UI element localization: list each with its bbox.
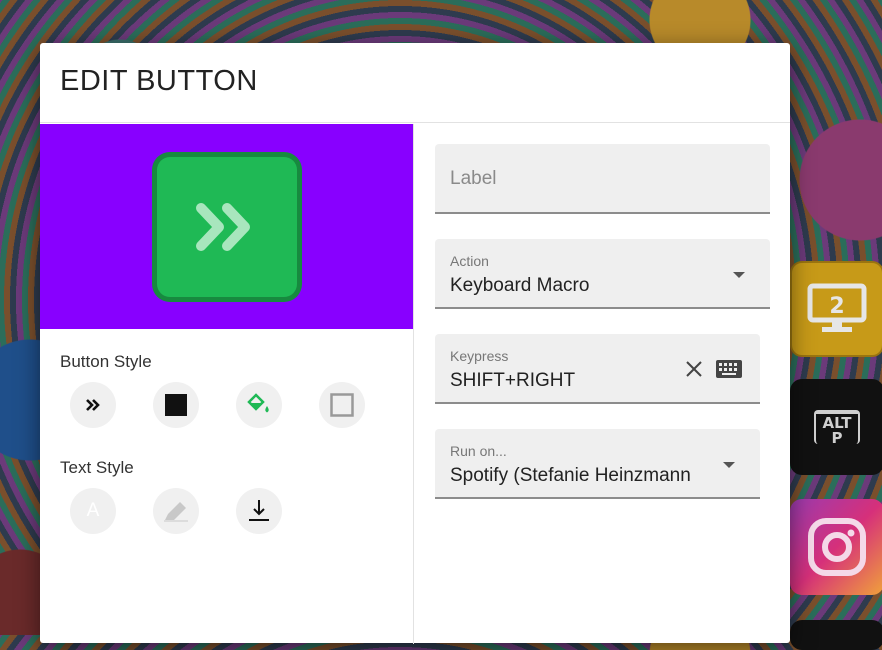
- deck-tile-screen[interactable]: 2: [790, 261, 882, 357]
- action-field-value: Keyboard Macro: [450, 275, 590, 296]
- monitor-icon: 2: [807, 283, 867, 332]
- text-edit-button[interactable]: [153, 488, 199, 534]
- button-preview: [40, 124, 413, 329]
- square-fill-icon: [165, 394, 187, 416]
- button-style-border-button[interactable]: [319, 382, 365, 428]
- keypress-field[interactable]: Keypress SHIFT+RIGHT: [435, 334, 760, 404]
- p-label: P: [831, 429, 843, 447]
- dialog-title: EDIT BUTTON: [60, 65, 258, 97]
- chevron-down-icon: [723, 462, 735, 468]
- keypress-field-value: SHIFT+RIGHT: [450, 370, 576, 391]
- button-style-color-button[interactable]: [236, 382, 282, 428]
- text-style-label: Text Style: [60, 458, 134, 477]
- run-on-select[interactable]: Run on... Spotify (Stefanie Heinzmann: [435, 429, 760, 499]
- text-position-button[interactable]: [236, 488, 282, 534]
- deck-tile-partial[interactable]: [790, 620, 882, 650]
- text-color-icon: A: [86, 500, 100, 521]
- button-style-options: [70, 382, 402, 428]
- style-pane: Button Style Text Style A: [40, 124, 414, 644]
- action-field-caption: Action: [450, 253, 489, 269]
- text-style-options: A: [70, 488, 319, 534]
- instagram-icon: [808, 518, 866, 576]
- deck-tile-alt-p[interactable]: ALT P: [790, 379, 882, 475]
- deck-tile-instagram[interactable]: [790, 499, 882, 595]
- download-icon: [249, 500, 269, 521]
- square-outline-icon: [330, 393, 354, 417]
- button-style-fill-button[interactable]: [153, 382, 199, 428]
- button-style-label: Button Style: [60, 352, 152, 371]
- run-on-field-caption: Run on...: [450, 443, 507, 459]
- keyboard-icon[interactable]: [716, 360, 742, 378]
- edit-button-dialog: EDIT BUTTON Button Style Text Style A La…: [40, 43, 790, 644]
- preview-button: [151, 151, 302, 302]
- close-icon[interactable]: [685, 360, 703, 378]
- chevrons-right-icon: [86, 399, 100, 411]
- keypress-field-caption: Keypress: [450, 348, 509, 364]
- run-on-field-value: Spotify (Stefanie Heinzmann: [450, 465, 691, 486]
- monitor-number: 2: [829, 294, 844, 319]
- dialog-header: EDIT BUTTON: [40, 43, 790, 123]
- chevron-down-icon: [733, 272, 745, 278]
- chevrons-right-icon: [195, 202, 250, 251]
- text-color-button[interactable]: A: [70, 488, 116, 534]
- label-field-placeholder: Label: [450, 168, 497, 189]
- action-select[interactable]: Action Keyboard Macro: [435, 239, 770, 309]
- label-field[interactable]: Label: [435, 144, 770, 214]
- alt-p-icon: ALT P: [814, 410, 860, 447]
- button-style-icon-button[interactable]: [70, 382, 116, 428]
- paint-bucket-icon: [247, 393, 269, 413]
- pencil-icon: [164, 502, 188, 522]
